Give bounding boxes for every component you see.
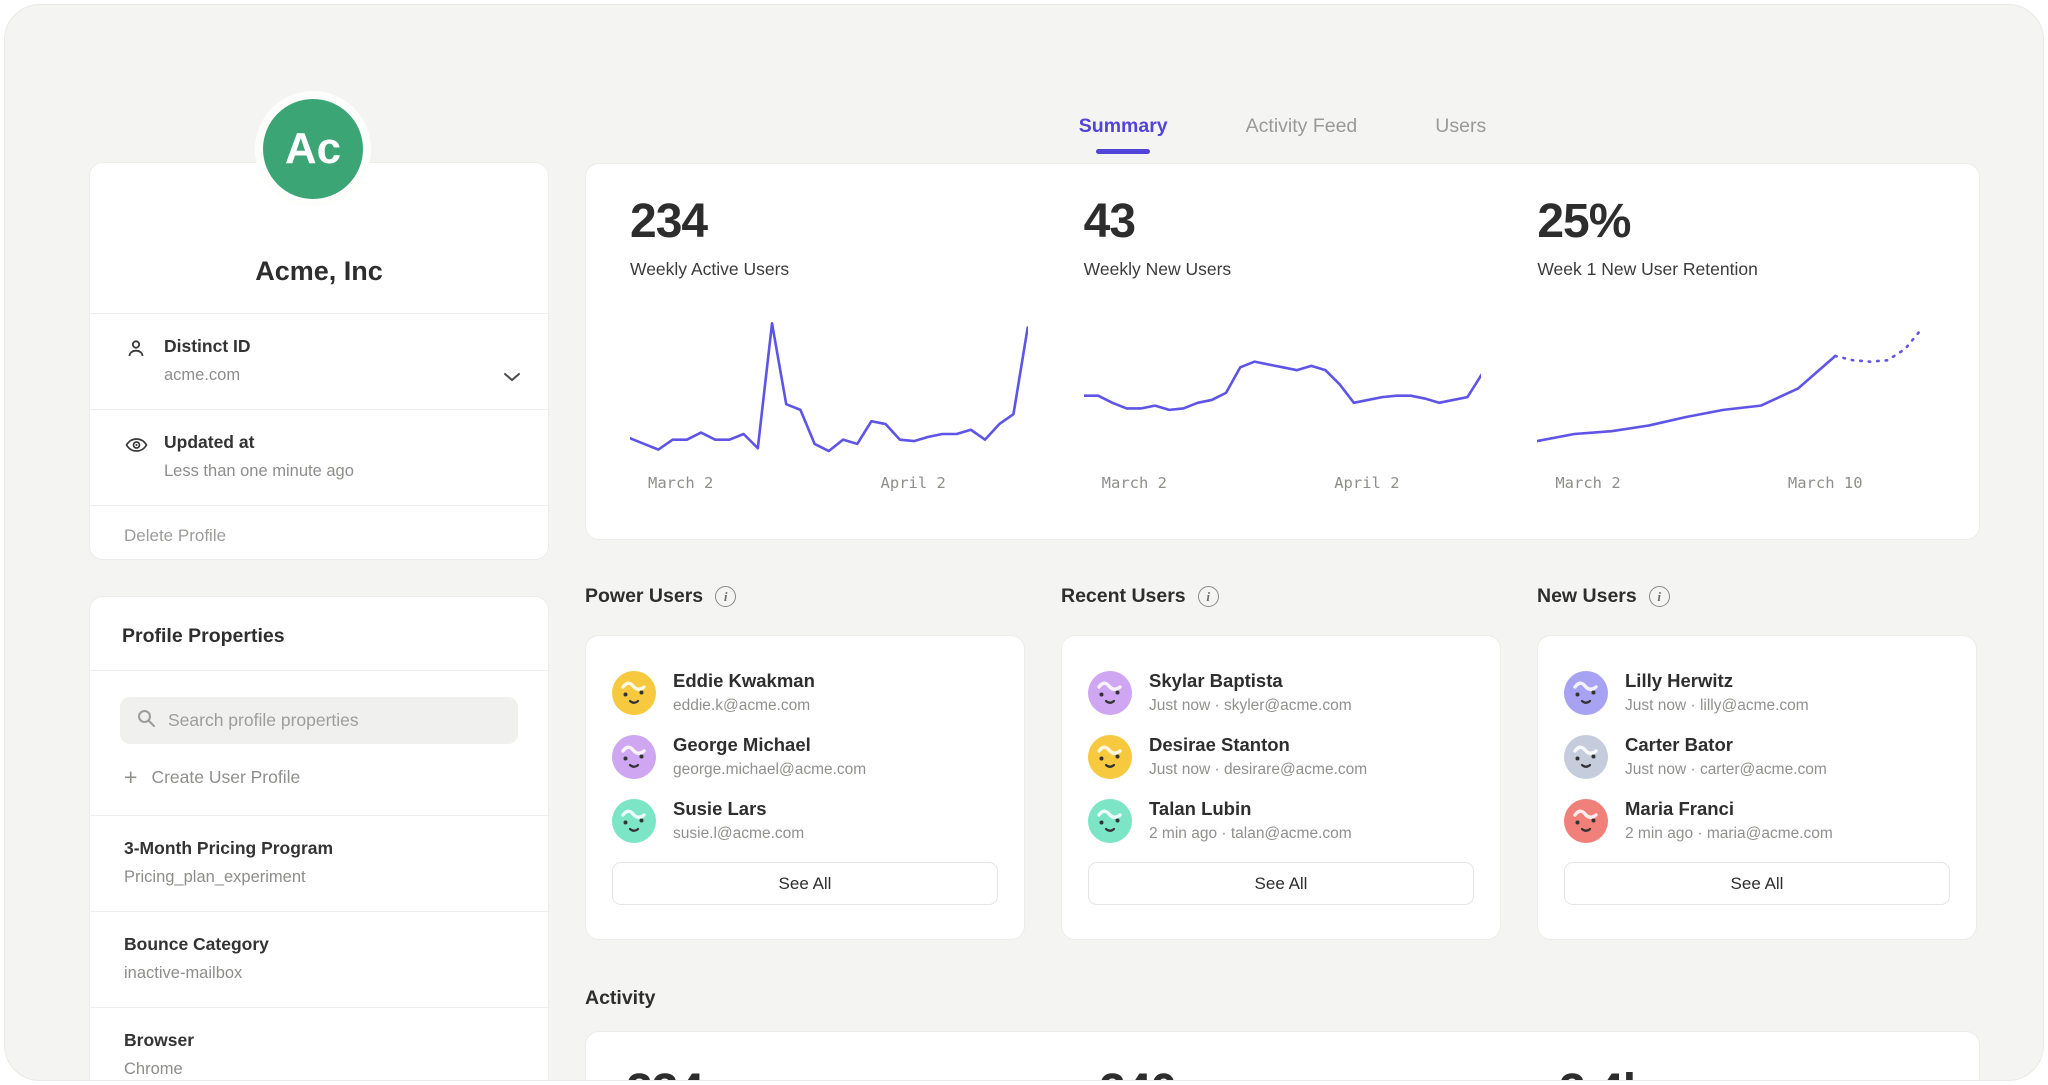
user-avatar [612,735,656,779]
user-list-item[interactable]: Talan Lubin 2 min ago · talan@acme.com [1088,798,1474,843]
property-item[interactable]: Bounce Category inactive-mailbox [90,911,548,1007]
activity-stat: 234 [626,1064,703,1081]
person-icon [124,336,150,385]
search-icon [136,708,156,733]
stat-value: 25% [1537,194,1935,249]
info-icon[interactable]: i [1649,586,1670,607]
info-icon[interactable]: i [715,586,736,607]
user-avatar [1088,735,1132,779]
create-user-profile-label: Create User Profile [151,767,300,788]
user-list-item[interactable]: Skylar Baptista Just now · skyler@acme.c… [1088,670,1474,715]
distinct-id-value: acme.com [164,366,251,385]
user-avatar [612,799,656,843]
delete-profile-button[interactable]: Delete Profile [90,505,548,568]
stat-value: 234 [630,194,1028,249]
user-avatar [1088,671,1132,715]
updated-at-row: Updated at Less than one minute ago [90,409,548,505]
new-users-heading: New Users i [1537,585,1670,608]
profile-properties-card: Profile Properties Search profile proper… [89,596,549,1081]
stat-label: Weekly New Users [1084,259,1482,280]
user-list-item[interactable]: Lilly Herwitz Just now · lilly@acme.com [1564,670,1950,715]
summary-stats-card: 234 Weekly Active Users March 2 April 2 … [585,163,1980,540]
stat-label: Weekly Active Users [630,259,1028,280]
activity-stat: 240 [1099,1064,1176,1081]
stat-weekly-active-users: 234 Weekly Active Users March 2 April 2 [602,194,1056,525]
info-icon[interactable]: i [1198,586,1219,607]
profile-card: Acme, Inc Distinct ID acme.com [89,162,549,560]
user-list-item[interactable]: Eddie Kwakman eddie.k@acme.com [612,670,998,715]
see-all-button[interactable]: See All [612,862,998,905]
tab-bar: Summary Activity Feed Users [585,115,1980,154]
eye-icon [124,432,150,481]
weekly-active-users-sparkline [630,312,1028,464]
user-avatar [1564,735,1608,779]
updated-at-value: Less than one minute ago [164,462,354,481]
power-users-card: Eddie Kwakman eddie.k@acme.com George Mi… [585,635,1025,940]
power-users-heading: Power Users i [585,585,736,608]
weekly-new-users-sparkline [1084,312,1482,464]
updated-at-label: Updated at [164,432,354,453]
distinct-id-label: Distinct ID [164,336,251,357]
distinct-id-row[interactable]: Distinct ID acme.com [90,313,548,409]
user-list-item[interactable]: Desirae Stanton Just now · desirare@acme… [1088,734,1474,779]
user-avatar [1564,671,1608,715]
create-user-profile-button[interactable]: + Create User Profile [124,766,518,789]
search-placeholder: Search profile properties [168,710,359,731]
activity-heading: Activity [585,987,655,1010]
see-all-button[interactable]: See All [1088,862,1474,905]
search-input[interactable]: Search profile properties [120,697,518,744]
app-frame: Ac Acme, Inc Distinct ID acme.com [4,4,2044,1081]
x-axis: March 2 April 2 [630,474,1028,496]
property-item[interactable]: 3-Month Pricing Program Pricing_plan_exp… [90,815,548,911]
user-list-item[interactable]: George Michael george.michael@acme.com [612,734,998,779]
activity-stat: 3.4k [1559,1064,1648,1081]
x-axis: March 2 April 2 [1084,474,1482,496]
recent-users-heading: Recent Users i [1061,585,1219,608]
tab-summary[interactable]: Summary [1079,115,1168,154]
stat-weekly-new-users: 43 Weekly New Users March 2 April 2 [1056,194,1510,525]
screen: Ac Acme, Inc Distinct ID acme.com [0,0,2048,1085]
stat-value: 43 [1084,194,1482,249]
user-list-item[interactable]: Maria Franci 2 min ago · maria@acme.com [1564,798,1950,843]
chevron-down-icon[interactable] [502,370,522,388]
stat-label: Week 1 New User Retention [1537,259,1935,280]
user-avatar [1088,799,1132,843]
activity-card: 234 240 3.4k [585,1031,1980,1081]
plus-icon: + [124,766,137,789]
user-avatar [1564,799,1608,843]
recent-users-card: Skylar Baptista Just now · skyler@acme.c… [1061,635,1501,940]
profile-name: Acme, Inc [255,256,383,287]
tab-users[interactable]: Users [1435,115,1486,154]
profile-properties-title: Profile Properties [90,597,548,671]
new-users-card: Lilly Herwitz Just now · lilly@acme.com … [1537,635,1977,940]
user-list-item[interactable]: Susie Lars susie.l@acme.com [612,798,998,843]
see-all-button[interactable]: See All [1564,862,1950,905]
stat-week1-retention: 25% Week 1 New User Retention March 2 Ma… [1509,194,1963,525]
x-axis: March 2 March 10 [1537,474,1935,496]
user-avatar [612,671,656,715]
org-avatar: Ac [255,91,371,207]
week1-retention-sparkline [1537,312,1935,464]
user-list-item[interactable]: Carter Bator Just now · carter@acme.com [1564,734,1950,779]
property-item[interactable]: Browser Chrome [90,1007,548,1081]
tab-activity-feed[interactable]: Activity Feed [1246,115,1358,154]
